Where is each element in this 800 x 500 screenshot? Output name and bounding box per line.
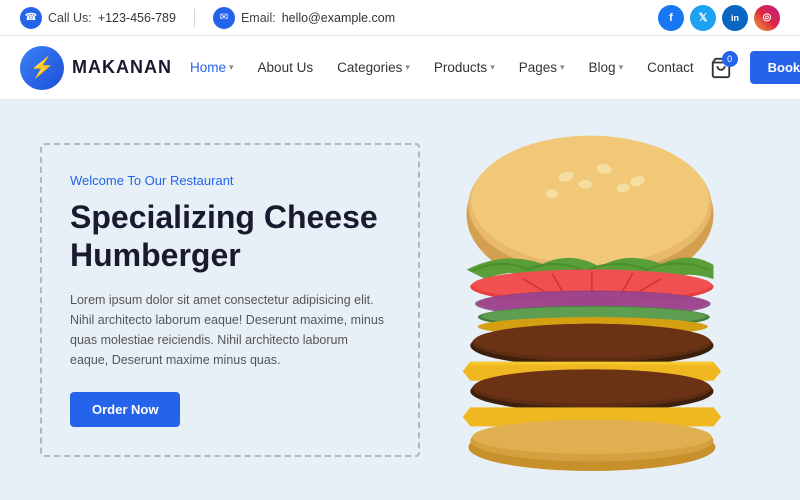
- logo-area: ⚡ MAKANAN: [20, 46, 180, 90]
- burger-image: [380, 100, 800, 500]
- order-now-button[interactable]: Order Now: [70, 392, 180, 427]
- nav-categories-label: Categories: [337, 60, 402, 75]
- phone-number[interactable]: +123-456-789: [98, 11, 176, 25]
- nav-links: Home ▾ About Us Categories ▾ Products ▾ …: [180, 54, 704, 81]
- logo-icon: ⚡: [20, 46, 64, 90]
- facebook-icon[interactable]: f: [658, 5, 684, 31]
- nav-pages[interactable]: Pages ▾: [509, 54, 575, 81]
- chevron-down-icon: ▾: [560, 62, 565, 73]
- top-bar-left: ☎ Call Us: +123-456-789 ✉ Email: hello@e…: [20, 7, 395, 29]
- email-icon: ✉: [213, 7, 235, 29]
- top-bar: ☎ Call Us: +123-456-789 ✉ Email: hello@e…: [0, 0, 800, 36]
- phone-contact: ☎ Call Us: +123-456-789: [20, 7, 176, 29]
- nav-blog[interactable]: Blog ▾: [579, 54, 634, 81]
- nav-blog-label: Blog: [589, 60, 616, 75]
- book-table-button[interactable]: Book A Table: [750, 51, 800, 84]
- nav-categories[interactable]: Categories ▾: [327, 54, 420, 81]
- email-label: Email:: [241, 11, 276, 25]
- hero-dashed-box: Welcome To Our Restaurant Specializing C…: [40, 143, 420, 458]
- nav-products[interactable]: Products ▾: [424, 54, 505, 81]
- nav-about[interactable]: About Us: [248, 54, 324, 81]
- chevron-down-icon: ▾: [619, 62, 624, 73]
- hero-description: Lorem ipsum dolor sit amet consectetur a…: [70, 290, 386, 370]
- email-address[interactable]: hello@example.com: [282, 11, 395, 25]
- chevron-down-icon: ▾: [490, 62, 495, 73]
- email-contact: ✉ Email: hello@example.com: [213, 7, 395, 29]
- nav-contact[interactable]: Contact: [637, 54, 704, 81]
- burger-svg: [410, 110, 770, 490]
- cart-badge: 0: [722, 51, 738, 67]
- hero-section: Welcome To Our Restaurant Specializing C…: [0, 100, 800, 500]
- nav-right: 0 Book A Table: [704, 51, 800, 85]
- phone-icon: ☎: [20, 7, 42, 29]
- hero-title: Specializing Cheese Humberger: [70, 198, 386, 275]
- chevron-down-icon: ▾: [405, 62, 410, 73]
- navbar: ⚡ MAKANAN Home ▾ About Us Categories ▾ P…: [0, 36, 800, 100]
- social-links: f 𝕏 in ◎: [658, 5, 780, 31]
- topbar-divider: [194, 9, 195, 27]
- nav-products-label: Products: [434, 60, 487, 75]
- chevron-down-icon: ▾: [229, 62, 234, 73]
- cart-button[interactable]: 0: [704, 51, 738, 85]
- nav-home-label: Home: [190, 60, 226, 75]
- nav-contact-label: Contact: [647, 60, 694, 75]
- logo-text[interactable]: MAKANAN: [72, 57, 172, 78]
- nav-pages-label: Pages: [519, 60, 557, 75]
- twitter-icon[interactable]: 𝕏: [690, 5, 716, 31]
- phone-label: Call Us:: [48, 11, 92, 25]
- welcome-text: Welcome To Our Restaurant: [70, 173, 386, 188]
- linkedin-icon[interactable]: in: [722, 5, 748, 31]
- nav-about-label: About Us: [258, 60, 314, 75]
- instagram-icon[interactable]: ◎: [754, 5, 780, 31]
- nav-home[interactable]: Home ▾: [180, 54, 244, 81]
- hero-content: Welcome To Our Restaurant Specializing C…: [40, 143, 420, 458]
